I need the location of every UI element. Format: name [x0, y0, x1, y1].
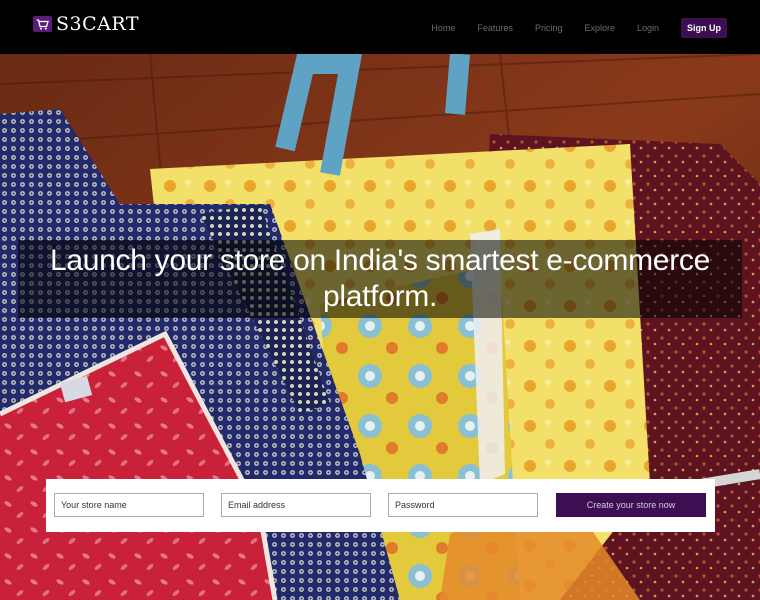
nav-home[interactable]: Home: [431, 23, 455, 33]
nav-features[interactable]: Features: [477, 23, 513, 33]
email-input[interactable]: [221, 493, 371, 517]
hero-section: Launch your store on India's smartest e-…: [0, 54, 760, 600]
store-name-input[interactable]: [54, 493, 204, 517]
password-input[interactable]: [388, 493, 538, 517]
signup-form: Create your store now: [46, 479, 715, 532]
nav-explore[interactable]: Explore: [584, 23, 615, 33]
signup-button[interactable]: Sign Up: [681, 18, 727, 38]
brand-logo[interactable]: S3CART: [33, 12, 139, 36]
nav-login[interactable]: Login: [637, 23, 659, 33]
hero-headline: Launch your store on India's smartest e-…: [50, 244, 710, 313]
headline-band: Launch your store on India's smartest e-…: [18, 240, 742, 318]
nav-pricing[interactable]: Pricing: [535, 23, 563, 33]
navbar: S3CART Home Features Pricing Explore Log…: [0, 0, 760, 54]
cart-icon: [33, 16, 52, 32]
brand-name: S3CART: [56, 13, 140, 35]
nav-links: Home Features Pricing Explore Login Sign…: [431, 18, 760, 38]
create-store-button[interactable]: Create your store now: [556, 493, 706, 517]
